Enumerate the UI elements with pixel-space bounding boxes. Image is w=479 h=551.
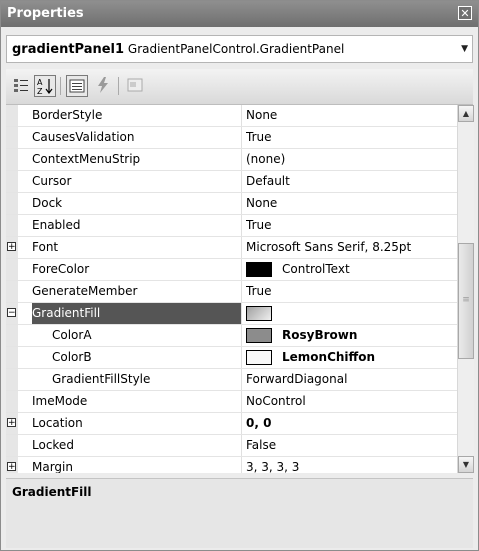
property-row-colorb[interactable]: ColorB LemonChiffon (6, 347, 457, 369)
window-title: Properties (7, 6, 84, 21)
property-value[interactable]: (none) (246, 149, 456, 170)
expand-icon[interactable]: + (7, 242, 16, 252)
properties-window: Properties ✕ gradientPanel1 GradientPane… (0, 0, 479, 551)
property-value[interactable]: RosyBrown (282, 325, 457, 346)
property-name: GenerateMember (32, 284, 138, 298)
toolbar-separator (118, 77, 119, 95)
property-row-borderstyle[interactable]: BorderStyle None (6, 105, 457, 127)
color-swatch (246, 350, 272, 365)
property-name: ForeColor (32, 262, 90, 276)
property-name: GradientFillStyle (52, 372, 151, 386)
property-row-gradientfillstyle[interactable]: GradientFillStyle ForwardDiagonal (6, 369, 457, 391)
property-name: Enabled (32, 218, 81, 232)
color-swatch (246, 328, 272, 343)
property-value[interactable]: ForwardDiagonal (246, 369, 456, 390)
property-row-cursor[interactable]: Cursor Default (6, 171, 457, 193)
property-row-causesvalidation[interactable]: CausesValidation True (6, 127, 457, 149)
property-value[interactable]: None (246, 193, 456, 214)
property-name: ColorA (52, 328, 92, 342)
property-name: GradientFill (32, 303, 241, 324)
property-value[interactable]: 3, 3, 3, 3 (246, 457, 456, 473)
property-name: Font (32, 240, 59, 254)
property-row-gradientfill[interactable]: − GradientFill (6, 303, 457, 325)
property-row-locked[interactable]: Locked False (6, 435, 457, 457)
property-value[interactable]: True (246, 215, 456, 236)
scroll-up-icon[interactable]: ▲ (458, 105, 474, 122)
property-name: Cursor (32, 174, 72, 188)
property-row-contextmenustrip[interactable]: ContextMenuStrip (none) (6, 149, 457, 171)
svg-text:Z: Z (37, 87, 43, 96)
property-row-generatemember[interactable]: GenerateMember True (6, 281, 457, 303)
property-value[interactable]: NoControl (246, 391, 456, 412)
title-bar: Properties ✕ (1, 1, 478, 27)
property-value[interactable]: Default (246, 171, 456, 192)
object-selector[interactable]: gradientPanel1 GradientPanelControl.Grad… (6, 35, 473, 63)
property-row-font[interactable]: + Font Microsoft Sans Serif, 8.25pt (6, 237, 457, 259)
alphabetical-sort-icon[interactable]: A Z (34, 75, 56, 97)
expand-icon[interactable]: + (7, 462, 16, 472)
properties-icon[interactable] (66, 75, 88, 97)
property-row-margin[interactable]: + Margin 3, 3, 3, 3 (6, 457, 457, 473)
property-name: Location (32, 416, 83, 430)
property-name: Dock (32, 196, 63, 210)
scroll-thumb[interactable]: ≡ (458, 243, 474, 359)
scroll-down-icon[interactable]: ▼ (458, 456, 474, 473)
property-row-imemode[interactable]: ImeMode NoControl (6, 391, 457, 413)
property-value[interactable]: Microsoft Sans Serif, 8.25pt (246, 237, 456, 258)
gradient-swatch (246, 306, 272, 321)
property-name: ImeMode (32, 394, 88, 408)
toolbar: A Z (6, 69, 473, 105)
property-pages-icon[interactable] (124, 75, 146, 97)
property-row-forecolor[interactable]: ForeColor ControlText (6, 259, 457, 281)
categorized-icon[interactable] (10, 75, 32, 97)
vertical-scrollbar[interactable]: ▲ ≡ ▼ (457, 105, 474, 473)
object-name: gradientPanel1 (12, 42, 125, 57)
collapse-icon[interactable]: − (7, 308, 16, 318)
chevron-down-icon[interactable]: ▼ (461, 36, 468, 62)
property-grid: BorderStyle None CausesValidation True C… (6, 105, 457, 473)
toolbar-separator (60, 77, 61, 95)
lightning-icon[interactable] (92, 75, 114, 97)
property-name: CausesValidation (32, 130, 135, 144)
property-row-colora[interactable]: ColorA RosyBrown (6, 325, 457, 347)
property-value[interactable]: True (246, 281, 456, 302)
close-icon[interactable]: ✕ (458, 6, 472, 20)
property-name: ColorB (52, 350, 92, 364)
property-value[interactable]: LemonChiffon (282, 347, 457, 368)
property-value[interactable]: False (246, 435, 456, 456)
expand-icon[interactable]: + (7, 418, 16, 428)
property-value[interactable]: None (246, 105, 456, 126)
svg-text:A: A (37, 78, 43, 87)
property-name: Margin (32, 460, 73, 473)
description-pane: GradientFill (6, 478, 473, 548)
property-name: BorderStyle (32, 108, 103, 122)
property-value[interactable]: 0, 0 (246, 413, 456, 434)
property-row-enabled[interactable]: Enabled True (6, 215, 457, 237)
property-name: Locked (32, 438, 74, 452)
description-title: GradientFill (12, 485, 92, 499)
property-row-dock[interactable]: Dock None (6, 193, 457, 215)
color-swatch (246, 262, 272, 277)
property-value[interactable]: True (246, 127, 456, 148)
property-value[interactable]: ControlText (282, 259, 457, 280)
object-type: GradientPanelControl.GradientPanel (127, 42, 345, 56)
property-row-location[interactable]: + Location 0, 0 (6, 413, 457, 435)
property-name: ContextMenuStrip (32, 152, 141, 166)
